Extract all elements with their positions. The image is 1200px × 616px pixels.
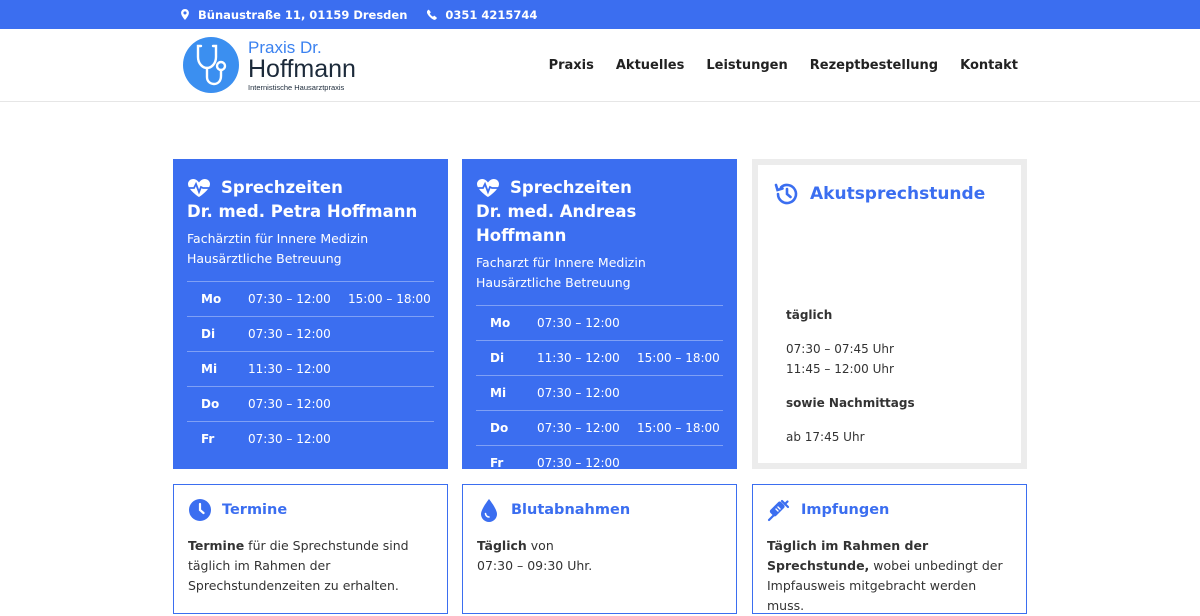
main-nav: Praxis Aktuelles Leistungen Rezeptbestel…	[549, 29, 1018, 101]
hours-row: Mi 07:30 – 12:00	[476, 375, 723, 410]
acute-afternoon-label: sowie Nachmittags	[786, 396, 915, 410]
hours-time-2: 15:00 – 18:00	[348, 292, 431, 306]
acute-hours-card: Akutsprechstunde täglich 07:30 – 07:45 U…	[752, 159, 1027, 469]
acute-hours-body: täglich 07:30 – 07:45 Uhr 11:45 – 12:00 …	[786, 305, 915, 447]
termine-text: Termine für die Sprechstunde sind täglic…	[188, 536, 435, 596]
acute-daily-label: täglich	[786, 308, 833, 322]
logo-line-2: Hoffmann	[248, 54, 356, 83]
hours-time-1: 11:30 – 12:00	[248, 362, 331, 376]
hours-time-1: 07:30 – 12:00	[248, 397, 331, 411]
syringe-icon	[767, 499, 790, 522]
logo-text: Praxis Dr. Hoffmann Internistische Hausa…	[248, 39, 356, 92]
impfungen-card: Impfungen Täglich im Rahmen der Sprechst…	[752, 484, 1027, 614]
top-contact-bar: Bünaustraße 11, 01159 Dresden 0351 42157…	[0, 0, 1200, 29]
address-item: Bünaustraße 11, 01159 Dresden	[180, 8, 407, 22]
hours-day: Do	[201, 397, 220, 411]
hours-time-1: 07:30 – 12:00	[537, 386, 620, 400]
hours-day: Mo	[490, 316, 511, 330]
termine-card: Termine Termine für die Sprechstunde sin…	[173, 484, 448, 614]
hours-row: Mi 11:30 – 12:00	[187, 351, 434, 386]
care-line: Hausärztliche Betreuung	[476, 275, 631, 290]
hours-row: Do 07:30 – 12:00	[187, 386, 434, 421]
hours-day: Fr	[201, 432, 215, 446]
hours-row: Fr 07:30 – 12:00	[187, 421, 434, 456]
blood-drop-icon	[481, 499, 497, 522]
nav-item-kontakt[interactable]: Kontakt	[960, 58, 1018, 73]
termine-heading: Termine	[222, 502, 288, 518]
hours-table: Mo 07:30 – 12:00 Di 11:30 – 12:00 15:00 – 1…	[476, 305, 723, 480]
blutabnahmen-heading: Blutabnahmen	[511, 502, 631, 518]
nav-item-aktuelles[interactable]: Aktuelles	[616, 58, 684, 73]
doctor-specialty: Fachärztin für Innere Medizin Hausärztli…	[187, 229, 434, 269]
address-text: Bünaustraße 11, 01159 Dresden	[198, 7, 408, 22]
history-icon	[774, 183, 798, 205]
blut-body-1: von	[526, 538, 554, 553]
hours-day: Di	[490, 351, 505, 365]
blut-body-2: 07:30 – 09:30 Uhr.	[477, 558, 593, 573]
hours-time-1: 07:30 – 12:00	[537, 456, 620, 470]
care-line: Hausärztliche Betreuung	[187, 251, 342, 266]
blutabnahmen-card: Blutabnahmen Täglich von 07:30 – 09:30 U…	[462, 484, 737, 614]
hours-row: Di 07:30 – 12:00	[187, 316, 434, 351]
phone-item[interactable]: 0351 4215744	[427, 8, 537, 22]
blut-bold: Täglich	[477, 538, 527, 553]
hours-time-1: 07:30 – 12:00	[537, 316, 620, 330]
acute-heading: Akutsprechstunde	[810, 184, 986, 204]
impfungen-text: Täglich im Rahmen der Sprechstunde, wobe…	[767, 536, 1014, 616]
hours-time-1: 07:30 – 12:00	[248, 327, 331, 341]
phone-icon	[427, 9, 438, 20]
site-logo[interactable]: Praxis Dr. Hoffmann Internistische Hausa…	[183, 37, 356, 93]
hours-day: Mi	[490, 386, 507, 400]
doctor-specialty: Facharzt für Innere Medizin Hausärztlich…	[476, 253, 723, 293]
logo-badge	[183, 37, 239, 93]
stethoscope-icon	[196, 44, 227, 86]
clock-icon	[189, 499, 211, 521]
hours-day: Di	[201, 327, 216, 341]
hours-day: Mo	[201, 292, 222, 306]
phone-text[interactable]: 0351 4215744	[445, 8, 537, 22]
impfungen-heading: Impfungen	[801, 502, 890, 518]
specialty-line: Fachärztin für Innere Medizin	[187, 231, 369, 246]
hours-row: Di 11:30 – 12:00 15:00 – 18:00	[476, 340, 723, 375]
hours-row: Mo 07:30 – 12:00 15:00 – 18:00	[187, 281, 434, 316]
card-heading: Sprechzeiten	[221, 178, 343, 197]
nav-item-leistungen[interactable]: Leistungen	[706, 58, 787, 73]
acute-time-noon: 11:45 – 12:00 Uhr	[786, 362, 894, 376]
hours-time-1: 11:30 – 12:00	[537, 351, 620, 365]
hours-time-1: 07:30 – 12:00	[248, 432, 331, 446]
heartbeat-icon	[477, 179, 499, 197]
hours-day: Mi	[201, 362, 218, 376]
hours-row: Fr 07:30 – 12:00	[476, 445, 723, 480]
logo-line-1: Praxis Dr.	[248, 37, 322, 57]
hours-time-2: 15:00 – 18:00	[637, 351, 720, 365]
site-header: Praxis Dr. Hoffmann Internistische Hausa…	[0, 29, 1200, 102]
doctor-name: Dr. med. Andreas Hoffmann	[476, 202, 637, 245]
hours-time-1: 07:30 – 12:00	[248, 292, 331, 306]
logo-tagline: Internistische Hausarztpraxis	[248, 82, 345, 92]
specialty-line: Facharzt für Innere Medizin	[476, 255, 646, 270]
acute-time-morning: 07:30 – 07:45 Uhr	[786, 342, 894, 356]
termine-bold: Termine	[188, 538, 245, 553]
map-marker-icon	[181, 9, 189, 20]
hours-row: Mo 07:30 – 12:00	[476, 305, 723, 340]
hours-card-andreas: Sprechzeiten Dr. med. Andreas Hoffmann F…	[462, 159, 737, 470]
acute-time-afternoon: ab 17:45 Uhr	[786, 430, 865, 444]
heartbeat-icon	[188, 179, 210, 197]
hours-day: Fr	[490, 456, 504, 470]
hours-time-1: 07:30 – 12:00	[537, 421, 620, 435]
nav-item-rezeptbestellung[interactable]: Rezeptbestellung	[810, 58, 938, 73]
card-heading: Sprechzeiten	[510, 178, 632, 197]
doctor-name: Dr. med. Petra Hoffmann	[187, 202, 418, 221]
nav-item-praxis[interactable]: Praxis	[549, 58, 594, 73]
hours-row: Do 07:30 – 12:00 15:00 – 18:00	[476, 410, 723, 445]
hours-card-petra: Sprechzeiten Dr. med. Petra Hoffmann Fac…	[173, 159, 448, 469]
hours-table: Mo 07:30 – 12:00 15:00 – 18:00 Di 07:30 – 1…	[187, 281, 434, 456]
hours-time-2: 15:00 – 18:00	[637, 421, 720, 435]
blutabnahmen-text: Täglich von 07:30 – 09:30 Uhr.	[477, 536, 724, 576]
hours-day: Do	[490, 421, 509, 435]
